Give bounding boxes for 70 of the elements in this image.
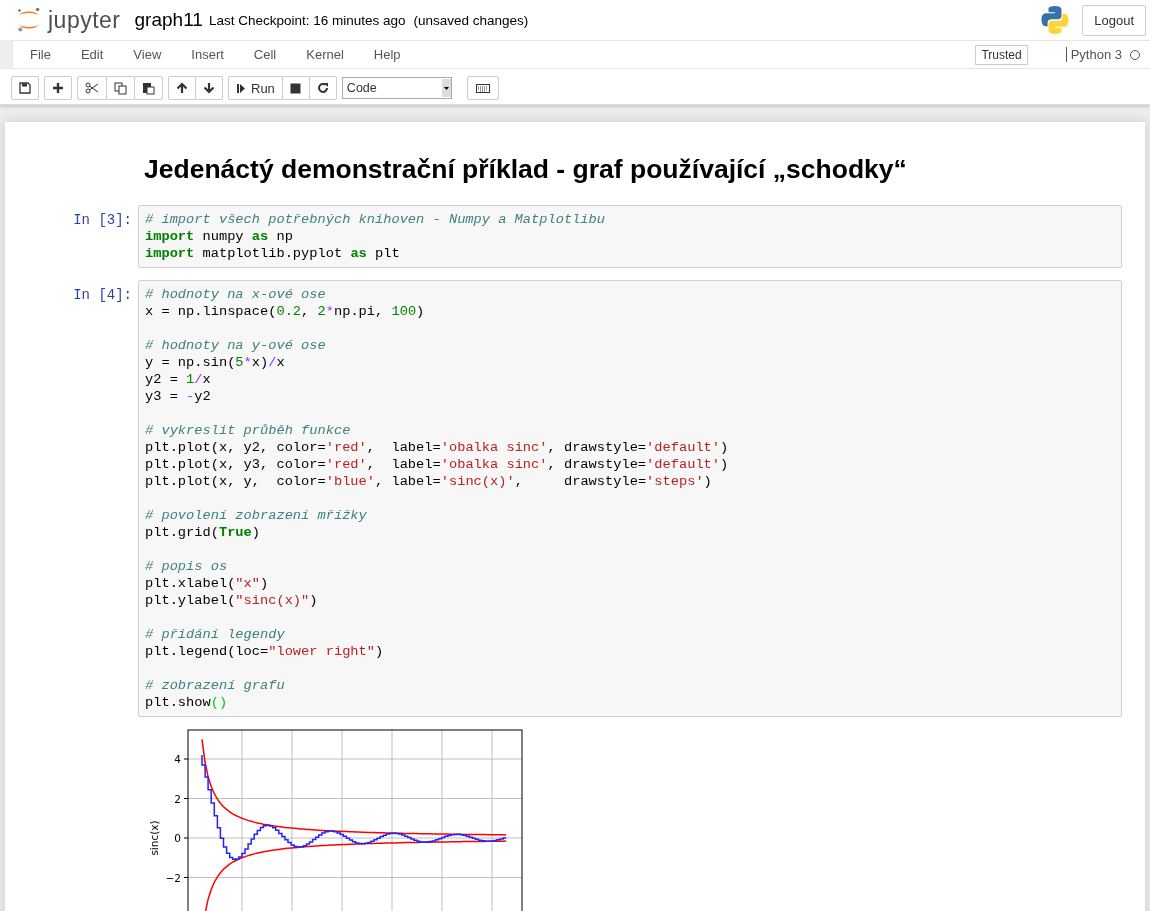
code-line: plt.plot(x, y3, color='red', label='obalka sinc', drawstyle='default') (145, 456, 730, 473)
menu-item[interactable]: Edit (65, 47, 119, 63)
keyboard-icon (475, 83, 490, 93)
code-line: import numpy as np (145, 228, 294, 245)
trusted-button[interactable]: Trusted (975, 44, 1028, 65)
y-axis-label: sinc(x) (148, 820, 160, 856)
keyboard-shortcuts-button[interactable] (466, 76, 499, 100)
checkpoint-text: Last Checkpoint: 16 minutes ago (208, 12, 406, 28)
cell-type-select[interactable]: Code (341, 77, 452, 99)
restart-icon (316, 82, 329, 94)
code-line: y = np.sin(5*x)/x (145, 354, 286, 371)
code-line: y2 = 1/x (145, 371, 212, 388)
scissors-icon (85, 82, 99, 94)
code-line: plt.legend(loc="lower right") (145, 643, 385, 660)
copy-icon (114, 81, 127, 95)
code-line: import matplotlib.pyplot as plt (145, 245, 401, 262)
menu-item[interactable]: File (15, 47, 66, 63)
move-up-button[interactable] (168, 76, 196, 100)
code-line: # vykreslit průběh funkce (145, 422, 352, 439)
stop-icon (290, 82, 302, 94)
code-line: y3 = -y2 (145, 388, 212, 405)
menu-item[interactable]: View (118, 47, 177, 63)
paste-button[interactable] (134, 76, 163, 100)
y-tick-label: 2 (174, 792, 181, 805)
y-tick-label: −2 (165, 871, 181, 884)
code-line: x = np.linspace(0.2, 2*np.pi, 100) (145, 303, 426, 320)
arrow-down-icon (203, 82, 215, 94)
logout-button[interactable]: Logout (1082, 4, 1146, 36)
kernel-name: Python 3 (1065, 47, 1122, 63)
code-line: plt.xlabel("x") (145, 575, 270, 592)
menu-item[interactable]: Cell (238, 47, 292, 63)
code-line: plt.show() (145, 694, 229, 711)
code-cell[interactable] (138, 280, 1122, 717)
cut-button[interactable] (77, 76, 107, 100)
code-line: # popis os (145, 558, 229, 575)
save-button[interactable] (11, 76, 39, 100)
code-line: # import všech potřebných knihoven - Numpy a Matplotlibu (145, 211, 606, 228)
code-line: plt.plot(x, y, color='blue', label='sinc(x)', drawstyle='steps') (145, 473, 713, 490)
input-prompt: In [4]: (72, 286, 132, 303)
arrow-up-icon (176, 82, 188, 94)
notebook-name[interactable]: graph11 (134, 9, 203, 32)
logo-text[interactable]: jupyter (48, 6, 121, 34)
plus-icon (52, 82, 64, 94)
menu-item[interactable]: Help (358, 47, 416, 63)
code-line: plt.plot(x, y2, color='red', label='obalka sinc', drawstyle='default') (145, 439, 730, 456)
stop-button[interactable] (281, 76, 310, 100)
jupyter-logo-icon[interactable] (16, 6, 42, 35)
code-line: # zobrazení grafu (145, 677, 286, 694)
code-line: # hodnoty na y-ové ose (145, 337, 327, 354)
python-logo-icon (1040, 5, 1071, 36)
restart-button[interactable] (308, 76, 337, 100)
step-forward-icon (236, 82, 246, 94)
run-button[interactable]: Run (228, 76, 283, 100)
y-tick-label: 4 (174, 753, 181, 765)
code-line: # přidání legendy (145, 626, 286, 643)
notebook-heading: Jedenáctý demonstrační příklad - graf používající „schodky“ (144, 154, 908, 185)
code-line: plt.ylabel("sinc(x)") (145, 592, 319, 609)
code-line: # hodnoty na x-ové ose (145, 286, 327, 303)
input-prompt: In [3]: (72, 211, 132, 228)
floppy-icon (19, 82, 31, 94)
code-cell[interactable]: # import všech potřebných knihoven - Numpy a Matplotlibu import numpy as np import matplotlib.pyplot as plt (138, 205, 1122, 268)
clipboard-icon (142, 81, 155, 95)
insert-cell-button[interactable] (44, 76, 72, 100)
code-line: plt.grid(True) (145, 524, 261, 541)
y-tick-label: 0 (174, 832, 181, 844)
autosave-status: (unsaved changes) (413, 12, 529, 28)
menu-item[interactable]: Insert (176, 47, 239, 63)
code-line: # povolení zobrazení mřížky (145, 507, 368, 524)
menu-item[interactable]: Kernel (291, 47, 359, 63)
move-down-button[interactable] (195, 76, 223, 100)
